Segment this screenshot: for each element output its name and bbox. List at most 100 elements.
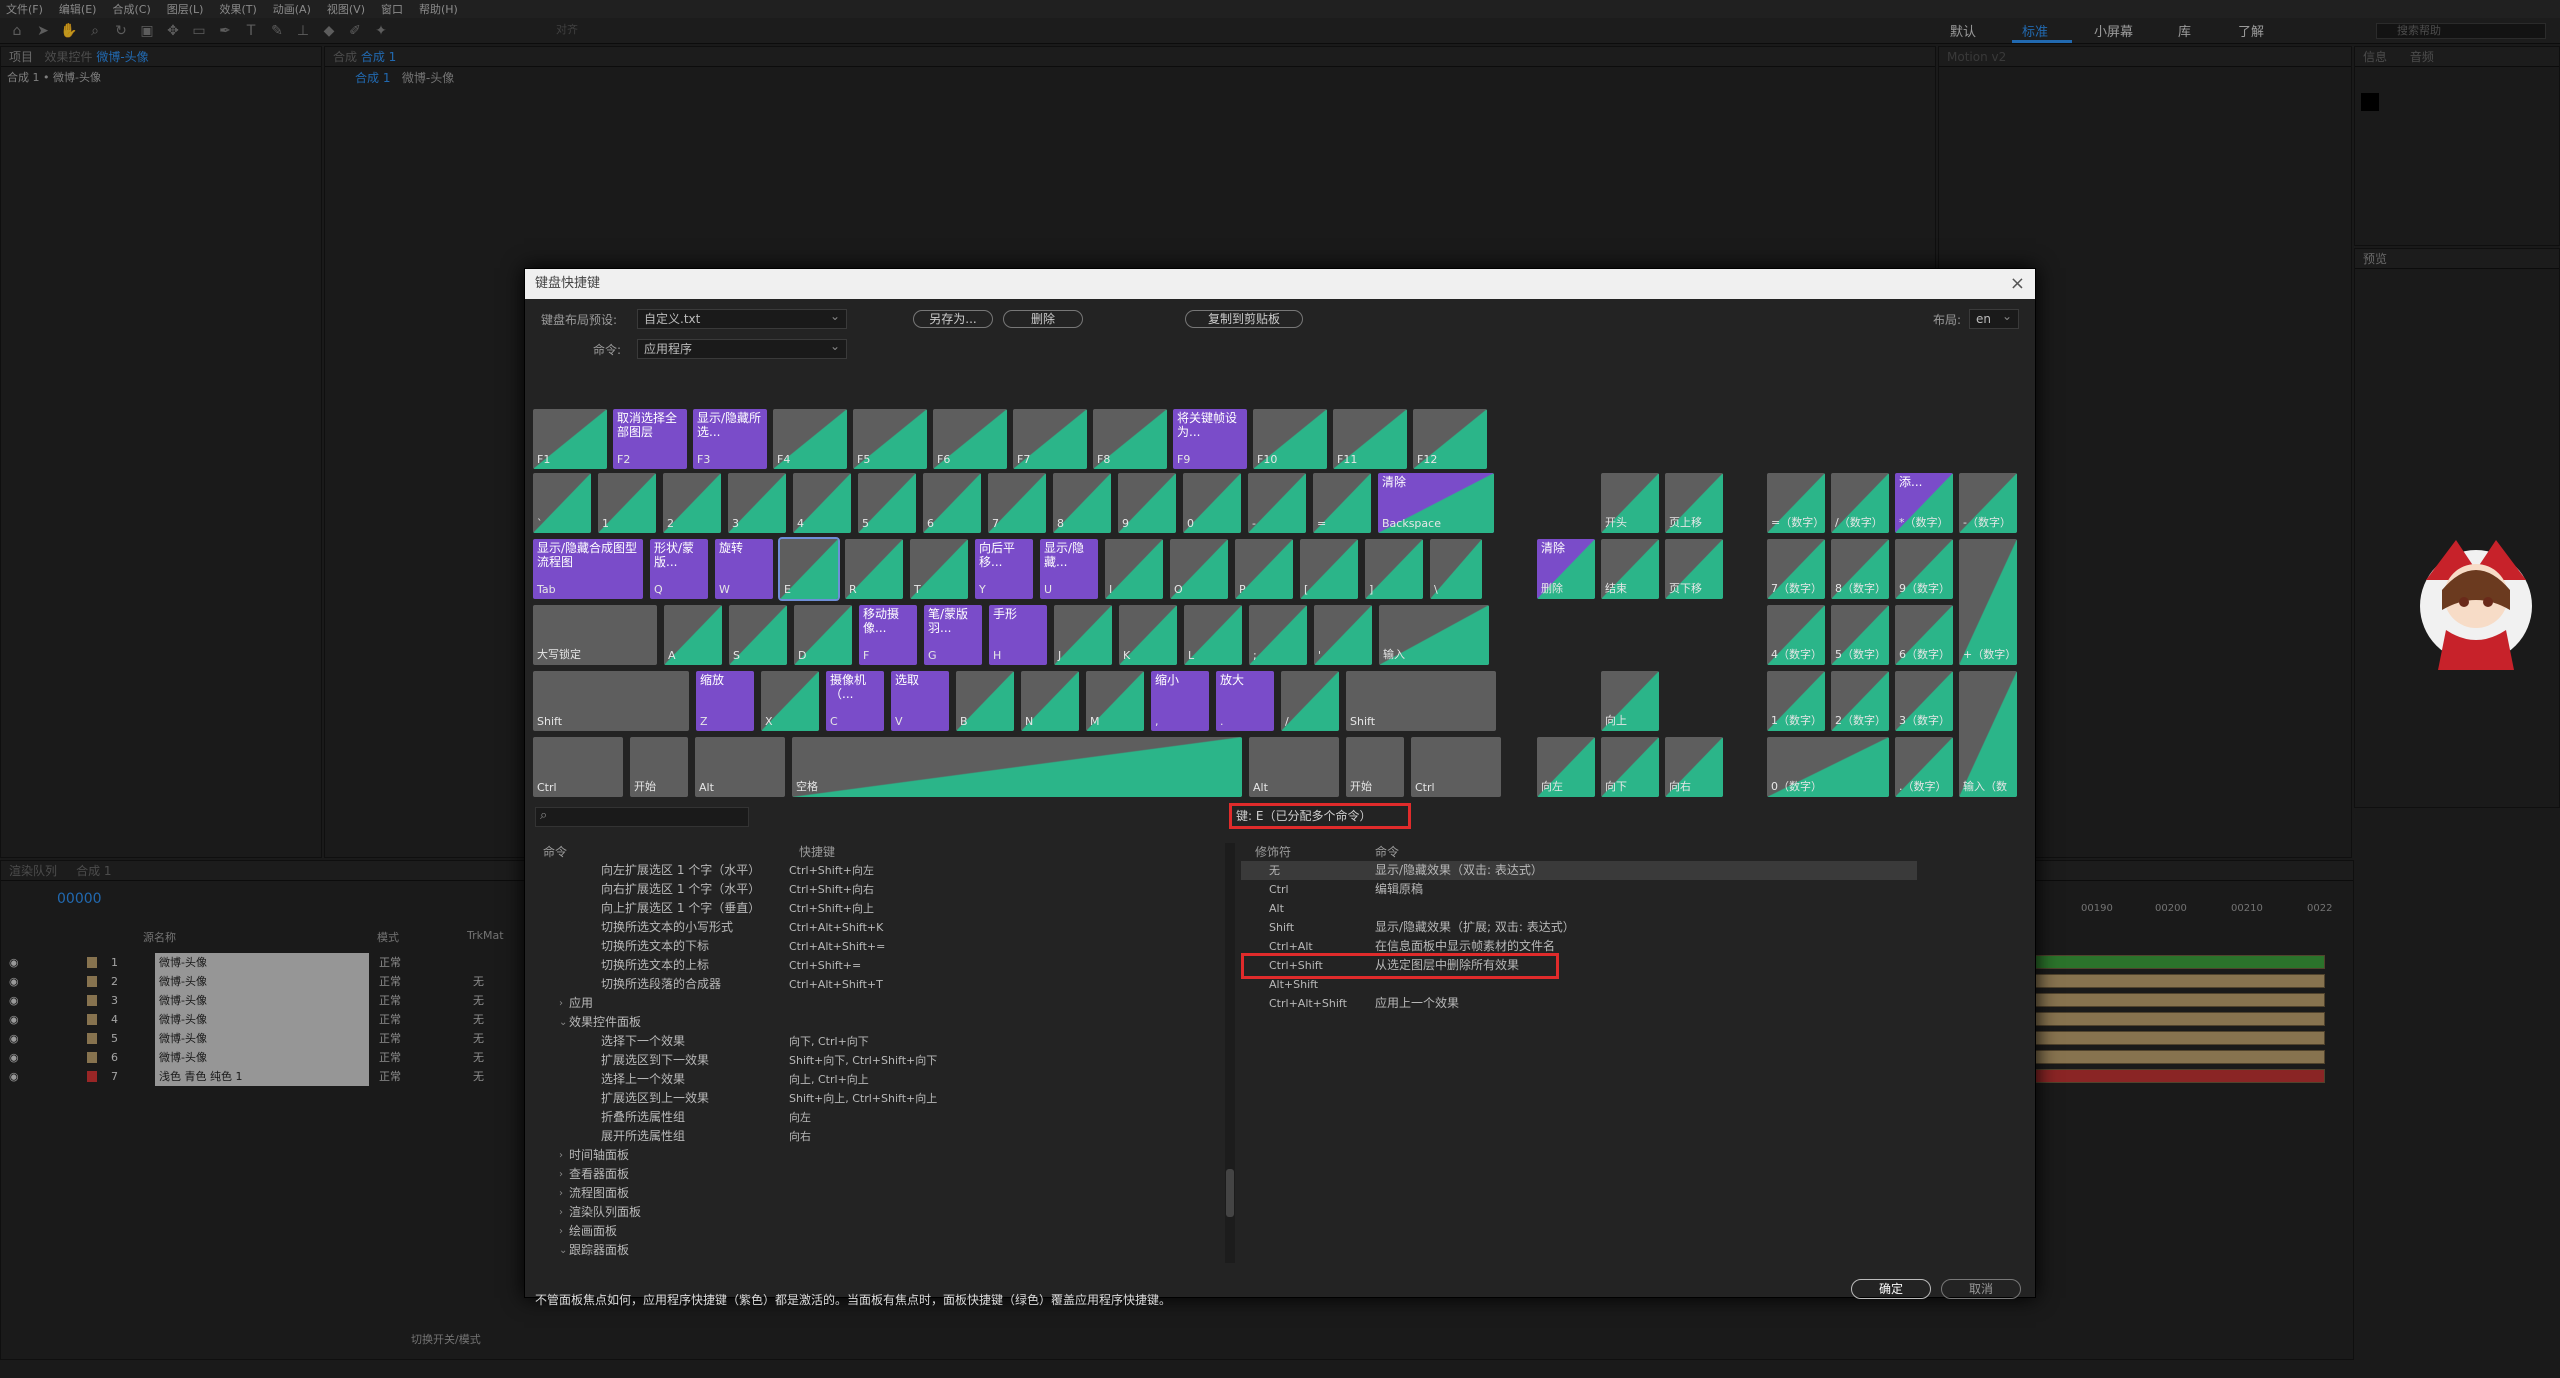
key-27[interactable]: 形状/蒙版... Q bbox=[650, 539, 708, 599]
key-23[interactable]: - bbox=[1248, 473, 1306, 533]
key-11[interactable]: F12 bbox=[1413, 409, 1487, 469]
expand-arrow-icon[interactable]: › bbox=[559, 1203, 563, 1222]
key-86[interactable]: 8（数字） bbox=[1831, 539, 1889, 599]
key-9[interactable]: F10 bbox=[1253, 409, 1327, 469]
key-7[interactable]: F8 bbox=[1093, 409, 1167, 469]
key-29[interactable]: E bbox=[778, 537, 840, 601]
key-70[interactable]: 开始 bbox=[1346, 737, 1404, 797]
key-21[interactable]: 9 bbox=[1118, 473, 1176, 533]
command-row[interactable]: 向左扩展选区 1 个字（水平） Ctrl+Shift+向左 bbox=[535, 861, 1237, 880]
key-20[interactable]: 8 bbox=[1053, 473, 1111, 533]
key-24[interactable]: = bbox=[1313, 473, 1371, 533]
key-48[interactable]: K bbox=[1119, 605, 1177, 665]
key-19[interactable]: 7 bbox=[988, 473, 1046, 533]
key-46[interactable]: 手形 H bbox=[989, 605, 1047, 665]
key-69[interactable]: Alt bbox=[1249, 737, 1339, 797]
key-16[interactable]: 4 bbox=[793, 473, 851, 533]
command-row[interactable]: › 绘画面板 bbox=[535, 1222, 1237, 1241]
key-72[interactable]: 开头 bbox=[1601, 473, 1659, 533]
command-row[interactable]: › 流程图面板 bbox=[535, 1184, 1237, 1203]
key-56[interactable]: 摄像机（... C bbox=[826, 671, 884, 731]
expand-arrow-icon[interactable]: › bbox=[559, 1184, 563, 1203]
expand-arrow-icon[interactable]: › bbox=[559, 994, 563, 1013]
layout-dropdown[interactable]: en bbox=[1969, 307, 2019, 329]
expand-arrow-icon[interactable]: ⌄ bbox=[559, 1013, 567, 1032]
key-36[interactable]: P bbox=[1235, 539, 1293, 599]
modifier-row[interactable]: Ctrl 编辑原稿 bbox=[1241, 880, 1917, 899]
key-15[interactable]: 3 bbox=[728, 473, 786, 533]
command-row[interactable]: 展开所选属性组 向右 bbox=[535, 1127, 1237, 1146]
key-33[interactable]: 显示/隐藏... U bbox=[1040, 539, 1098, 599]
key-51[interactable]: ' bbox=[1314, 605, 1372, 665]
key-5[interactable]: F6 bbox=[933, 409, 1007, 469]
key-58[interactable]: B bbox=[956, 671, 1014, 731]
command-list-scrollbar[interactable] bbox=[1225, 843, 1235, 1263]
key-18[interactable]: 6 bbox=[923, 473, 981, 533]
key-30[interactable]: R bbox=[845, 539, 903, 599]
search-input[interactable] bbox=[535, 807, 749, 827]
key-3[interactable]: F4 bbox=[773, 409, 847, 469]
key-94[interactable]: 3（数字） bbox=[1895, 671, 1953, 731]
key-63[interactable]: / bbox=[1281, 671, 1339, 731]
key-61[interactable]: 缩小, bbox=[1151, 671, 1209, 731]
command-row[interactable]: 扩展选区到上一效果 Shift+向上, Ctrl+Shift+向上 bbox=[535, 1089, 1237, 1108]
command-row[interactable]: 选择上一个效果 向上, Ctrl+向上 bbox=[535, 1070, 1237, 1089]
key-31[interactable]: T bbox=[910, 539, 968, 599]
key-28[interactable]: 旋转 W bbox=[715, 539, 773, 599]
command-row[interactable]: › 渲染队列面板 bbox=[535, 1203, 1237, 1222]
key-90[interactable]: 5（数字） bbox=[1831, 605, 1889, 665]
key-92[interactable]: 1（数字） bbox=[1767, 671, 1825, 731]
command-row[interactable]: 扩展选区到下一效果 Shift+向下, Ctrl+Shift+向下 bbox=[535, 1051, 1237, 1070]
modifier-row[interactable]: Shift 显示/隐藏效果（扩展; 双击: 表达式） bbox=[1241, 918, 1917, 937]
key-84[interactable]: -（数字） bbox=[1959, 473, 2017, 533]
key-83[interactable]: 添... *（数字） bbox=[1895, 473, 1953, 533]
key-65[interactable]: Ctrl bbox=[533, 737, 623, 797]
key-49[interactable]: L bbox=[1184, 605, 1242, 665]
key-32[interactable]: 向后平移... Y bbox=[975, 539, 1033, 599]
key-1[interactable]: 取消选择全部图层 F2 bbox=[613, 409, 687, 469]
key-45[interactable]: 笔/蒙版羽... G bbox=[924, 605, 982, 665]
key-39[interactable]: \ bbox=[1430, 539, 1482, 599]
key-81[interactable]: =（数字） bbox=[1767, 473, 1825, 533]
scrollbar-thumb[interactable] bbox=[1226, 1169, 1234, 1217]
key-14[interactable]: 2 bbox=[663, 473, 721, 533]
key-10[interactable]: F11 bbox=[1333, 409, 1407, 469]
key-60[interactable]: M bbox=[1086, 671, 1144, 731]
command-row[interactable]: 选择下一个效果 向下, Ctrl+向下 bbox=[535, 1032, 1237, 1051]
key-54[interactable]: 缩放 Z bbox=[696, 671, 754, 731]
modifier-row[interactable]: Ctrl+Alt+Shift 应用上一个效果 bbox=[1241, 994, 1917, 1013]
key-26[interactable]: 显示/隐藏合成图型流程图 Tab bbox=[533, 539, 643, 599]
key-40[interactable]: 大写锁定 bbox=[533, 605, 657, 665]
key-64[interactable]: Shift bbox=[1346, 671, 1496, 731]
expand-arrow-icon[interactable]: ⌄ bbox=[559, 1241, 567, 1260]
key-0[interactable]: F1 bbox=[533, 409, 607, 469]
command-row[interactable]: 切换所选文本的小写形式 Ctrl+Alt+Shift+K bbox=[535, 918, 1237, 937]
copy-to-clipboard-button[interactable]: 复制到剪贴板 bbox=[1185, 310, 1303, 328]
key-41[interactable]: A bbox=[664, 605, 722, 665]
key-13[interactable]: 1 bbox=[598, 473, 656, 533]
key-62[interactable]: 放大. bbox=[1216, 671, 1274, 731]
key-80[interactable]: 向右 bbox=[1665, 737, 1723, 797]
expand-arrow-icon[interactable]: › bbox=[559, 1222, 563, 1241]
key-93[interactable]: 2（数字） bbox=[1831, 671, 1889, 731]
key-53[interactable]: Shift bbox=[533, 671, 689, 731]
key-74[interactable]: 清除 删除 bbox=[1537, 539, 1595, 599]
expand-arrow-icon[interactable]: › bbox=[559, 1165, 563, 1184]
key-76[interactable]: 页下移 bbox=[1665, 539, 1723, 599]
key-96[interactable]: 0（数字） bbox=[1767, 737, 1889, 797]
close-icon[interactable]: × bbox=[2010, 269, 2025, 299]
key-73[interactable]: 页上移 bbox=[1665, 473, 1723, 533]
preset-dropdown[interactable]: 自定义.txt bbox=[637, 307, 847, 329]
key-97[interactable]: .（数字） bbox=[1895, 737, 1953, 797]
key-43[interactable]: D bbox=[794, 605, 852, 665]
key-4[interactable]: F5 bbox=[853, 409, 927, 469]
key-79[interactable]: 向下 bbox=[1601, 737, 1659, 797]
key-87[interactable]: 9（数字） bbox=[1895, 539, 1953, 599]
key-17[interactable]: 5 bbox=[858, 473, 916, 533]
key-25[interactable]: 清除 Backspace bbox=[1378, 473, 1494, 533]
key-35[interactable]: O bbox=[1170, 539, 1228, 599]
key-68[interactable]: 空格 bbox=[792, 737, 1242, 797]
key-82[interactable]: /（数字） bbox=[1831, 473, 1889, 533]
key-91[interactable]: 6（数字） bbox=[1895, 605, 1953, 665]
key-8[interactable]: 将关键帧设为... F9 bbox=[1173, 409, 1247, 469]
